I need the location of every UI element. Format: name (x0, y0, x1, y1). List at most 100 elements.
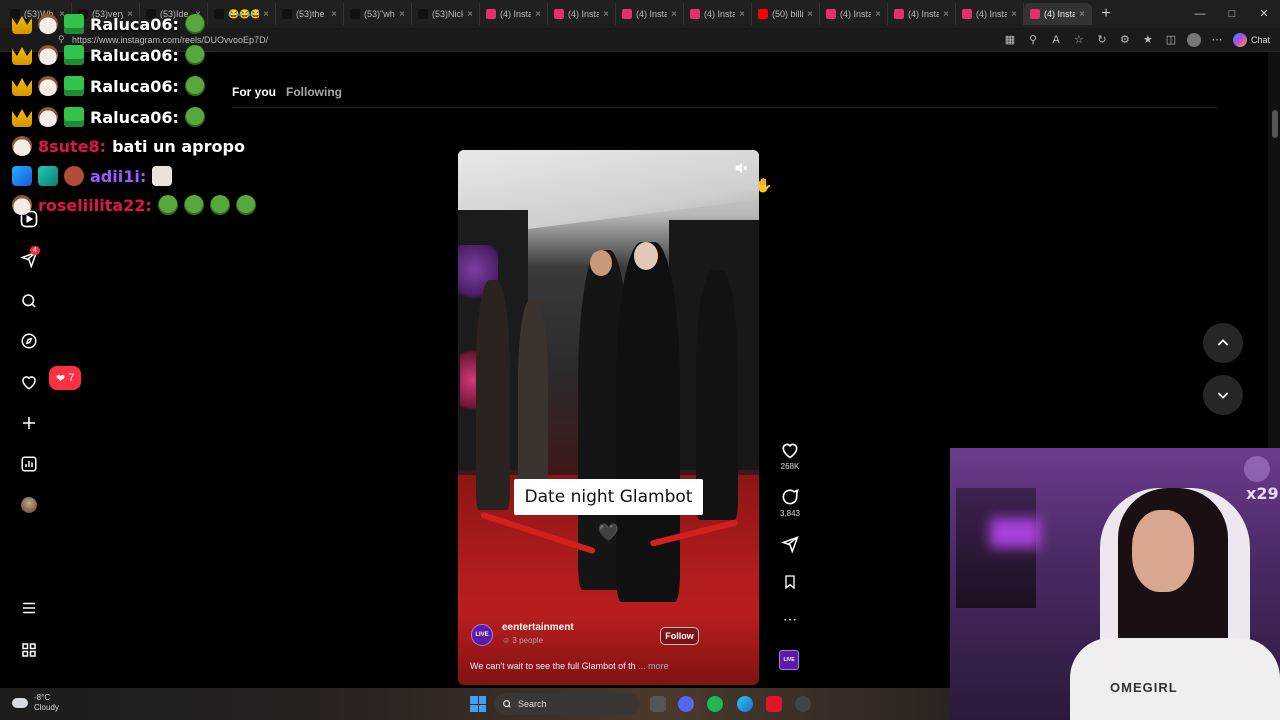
maximize-icon[interactable]: □ (1216, 0, 1248, 28)
close-window-icon[interactable]: ✕ (1248, 0, 1280, 28)
frog-emote-icon (209, 195, 230, 215)
browser-tab[interactable]: 😂😂😂 × (208, 3, 276, 25)
browser-tab[interactable]: (50) billi × (752, 3, 820, 25)
app-available-icon[interactable]: ▦ (1003, 33, 1017, 47)
account-avatar[interactable]: LIVE (471, 624, 493, 646)
like-button[interactable]: 268K (778, 440, 802, 471)
close-tab-icon[interactable]: × (1079, 9, 1085, 20)
browser-tab[interactable]: (4) Insta × (548, 3, 616, 25)
chat-label: Chat (1250, 35, 1270, 45)
streamer-webcam: OMEGIRL x29 (950, 448, 1280, 720)
badge-icon (12, 166, 32, 186)
browser-tab[interactable]: (53)"whe × (344, 3, 412, 25)
search-icon (22, 294, 36, 308)
spotify-icon[interactable] (707, 696, 723, 712)
save-button[interactable] (778, 573, 802, 591)
close-tab-icon[interactable]: × (739, 9, 745, 20)
gift-badge-icon (64, 14, 84, 34)
read-aloud-icon[interactable]: A (1049, 33, 1063, 47)
windows-start-icon[interactable] (470, 696, 486, 712)
sidebar-item-create[interactable] (18, 412, 40, 434)
browser-tab[interactable]: (53)the c × (276, 3, 344, 25)
sidebar-item-messages[interactable]: 4 (18, 246, 40, 270)
follow-button[interactable]: Follow (660, 627, 699, 645)
chat-username: Raluca06: (90, 14, 179, 34)
search-icon (503, 700, 511, 708)
zoom-icon[interactable]: ⚲ (1026, 33, 1040, 47)
account-handle[interactable]: eentertainment (502, 622, 574, 633)
instagram-icon (826, 9, 836, 19)
sidebar-item-also-from-meta[interactable] (18, 639, 40, 661)
coffee-emote-icon (38, 45, 58, 65)
next-reel-button[interactable] (1203, 375, 1243, 415)
temperature: -8°C (34, 693, 51, 702)
notifications-popup[interactable]: ❤ 7 (49, 366, 82, 390)
sidebar-item-explore[interactable] (18, 330, 40, 352)
favorite-star-icon[interactable]: ☆ (1072, 33, 1086, 47)
close-tab-icon[interactable]: × (331, 9, 337, 20)
taskbar-search[interactable]: Search (494, 693, 640, 715)
sidebar-item-more[interactable] (18, 597, 40, 619)
refresh-icon[interactable]: ↻ (1095, 33, 1109, 47)
mute-icon[interactable] (734, 161, 748, 175)
sidebar-item-search[interactable] (18, 290, 40, 312)
instagram-icon (554, 9, 564, 19)
favorites-icon[interactable]: ★ (1141, 33, 1155, 47)
previous-reel-button[interactable] (1203, 323, 1243, 363)
sidebar-item-profile[interactable] (18, 494, 40, 516)
more-options-button[interactable]: ⋯ (778, 612, 802, 626)
more-menu-icon[interactable]: ⋯ (1210, 33, 1224, 47)
sidebar-item-notifications[interactable] (18, 371, 40, 393)
plus-icon (23, 417, 35, 429)
browser-tab[interactable]: (4) Insta × (684, 3, 752, 25)
frog-emote-icon (157, 195, 178, 215)
app-icon[interactable] (766, 696, 782, 712)
minimize-icon[interactable]: — (1184, 0, 1216, 28)
browser-tab[interactable]: (4) Insta × (480, 3, 548, 25)
browser-tab[interactable]: (53)Nick × (412, 3, 480, 25)
copilot-chat-button[interactable]: Chat (1232, 33, 1270, 47)
scrollbar-thumb[interactable] (1272, 110, 1278, 138)
task-view-icon[interactable] (650, 696, 666, 712)
close-tab-icon[interactable]: × (467, 9, 473, 20)
close-tab-icon[interactable]: × (399, 9, 405, 20)
close-tab-icon[interactable]: × (943, 9, 949, 20)
close-tab-icon[interactable]: × (263, 9, 269, 20)
tab-following[interactable]: Following (286, 85, 342, 99)
close-tab-icon[interactable]: × (603, 9, 609, 20)
share-icon (781, 535, 799, 553)
cat-emote-icon (152, 166, 173, 186)
edge-icon[interactable] (737, 696, 753, 712)
extensions-icon[interactable]: ⚙ (1118, 33, 1132, 47)
sidebar-item-dashboard[interactable] (18, 453, 40, 475)
browser-tab[interactable]: (4) Insta × (956, 3, 1024, 25)
close-tab-icon[interactable]: × (671, 9, 677, 20)
profile-avatar[interactable] (1186, 33, 1201, 47)
coffee-emote-icon (38, 107, 58, 127)
reel-video[interactable] (458, 150, 759, 685)
obs-icon[interactable] (795, 696, 811, 712)
discord-icon[interactable] (678, 696, 694, 712)
close-tab-icon[interactable]: × (875, 9, 881, 20)
weather-widget[interactable]: -8°C Cloudy (12, 693, 59, 713)
compass-icon (21, 333, 37, 349)
browser-tab[interactable]: (4) Insta × (616, 3, 684, 25)
comment-button[interactable]: 3,843 (778, 487, 802, 518)
new-tab-button[interactable]: + (1092, 5, 1120, 23)
share-button[interactable] (778, 535, 802, 553)
browser-tab[interactable]: (4) Insta × (888, 3, 956, 25)
more-link[interactable]: ... more (638, 661, 669, 671)
tab-title: (4) Insta (500, 9, 532, 19)
audio-thumbnail[interactable]: LIVE (779, 650, 799, 670)
close-tab-icon[interactable]: × (1011, 9, 1017, 20)
tab-for-you[interactable]: For you (232, 85, 276, 99)
webcam-light (990, 518, 1040, 548)
browser-tab[interactable]: (4) Insta × (1024, 3, 1092, 25)
fox-badge-icon (64, 166, 84, 186)
bookmark-icon (785, 575, 795, 590)
close-tab-icon[interactable]: × (535, 9, 541, 20)
reel-description: We can't wait to see the full Glambot of… (470, 661, 669, 671)
browser-tab[interactable]: (4) Insta × (820, 3, 888, 25)
close-tab-icon[interactable]: × (807, 9, 813, 20)
collections-icon[interactable]: ◫ (1164, 33, 1178, 47)
